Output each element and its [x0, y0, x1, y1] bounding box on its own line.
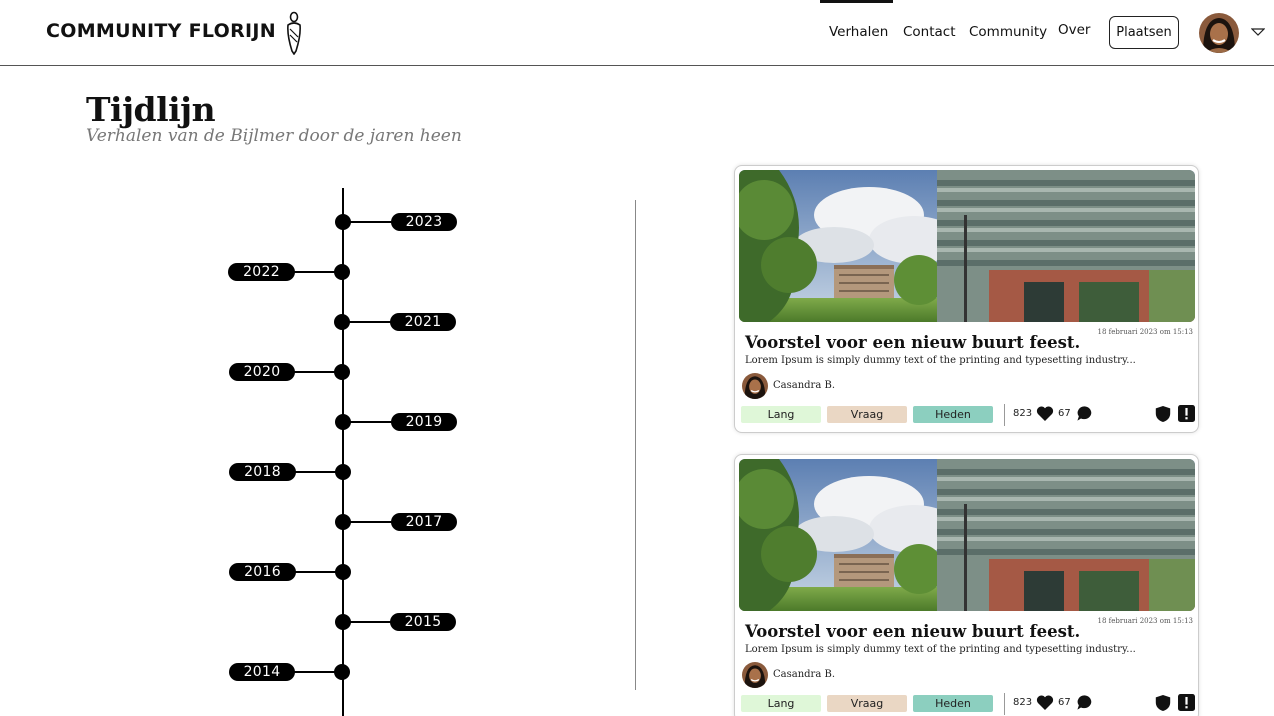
- comment-count: 67: [1058, 408, 1071, 419]
- page-subtitle: Verhalen van de Bijlmer door de jaren he…: [86, 126, 462, 146]
- timeline-year-2018[interactable]: 2018: [229, 463, 296, 481]
- nav-contact[interactable]: Contact: [903, 24, 956, 40]
- brand-name[interactable]: COMMUNITY FLORIJN: [46, 20, 276, 42]
- heart-icon[interactable]: [1036, 694, 1054, 711]
- story-date: 18 februari 2023 om 15:13: [1097, 617, 1193, 625]
- content-divider: [635, 200, 636, 690]
- plaatsen-button[interactable]: Plaatsen: [1109, 16, 1179, 49]
- nav-community[interactable]: Community: [969, 24, 1047, 40]
- author-name[interactable]: Casandra B.: [773, 669, 835, 680]
- tag-separator: [1004, 404, 1005, 426]
- timeline-year-2021[interactable]: 2021: [390, 313, 456, 331]
- timeline-year-2014[interactable]: 2014: [229, 663, 295, 681]
- story-date: 18 februari 2023 om 15:13: [1097, 328, 1193, 336]
- chevron-down-icon[interactable]: [1251, 27, 1265, 37]
- page-title: Tijdlijn: [86, 90, 216, 129]
- timeline-dot[interactable]: [335, 614, 351, 630]
- tag-lang[interactable]: Lang: [741, 406, 821, 423]
- tag-vraag[interactable]: Vraag: [827, 695, 907, 712]
- tag-separator: [1004, 693, 1005, 715]
- like-count: 823: [1013, 697, 1033, 708]
- timeline-dot[interactable]: [335, 564, 351, 580]
- tag-heden[interactable]: Heden: [913, 406, 993, 423]
- user-avatar[interactable]: [1199, 13, 1239, 53]
- tag-vraag[interactable]: Vraag: [827, 406, 907, 423]
- story-title[interactable]: Voorstel voor een nieuw buurt feest.: [745, 622, 1080, 641]
- timeline-dot[interactable]: [334, 664, 350, 680]
- author-name[interactable]: Casandra B.: [773, 380, 835, 391]
- comment-bubble-icon[interactable]: [1076, 694, 1093, 711]
- story-title[interactable]: Voorstel voor een nieuw buurt feest.: [745, 333, 1080, 352]
- nav-verhalen[interactable]: Verhalen: [829, 24, 888, 40]
- comment-bubble-icon[interactable]: [1076, 405, 1093, 422]
- timeline-dot[interactable]: [335, 414, 351, 430]
- timeline-year-2016[interactable]: 2016: [229, 563, 296, 581]
- timeline-year-2020[interactable]: 2020: [229, 363, 295, 381]
- timeline-year-2022[interactable]: 2022: [228, 263, 295, 281]
- author-avatar[interactable]: [742, 373, 768, 399]
- story-image[interactable]: [739, 170, 1195, 322]
- author-avatar[interactable]: [742, 662, 768, 688]
- story-excerpt: Lorem Ipsum is simply dummy text of the …: [745, 644, 1136, 655]
- story-card[interactable]: 18 februari 2023 om 15:13 Voorstel voor …: [734, 165, 1199, 433]
- timeline-dot[interactable]: [335, 514, 351, 530]
- timeline-year-2023[interactable]: 2023: [391, 213, 457, 231]
- nav-active-indicator: [820, 0, 893, 3]
- timeline-connector: [343, 321, 393, 323]
- report-exclamation-icon[interactable]: [1178, 694, 1195, 711]
- story-image[interactable]: [739, 459, 1195, 611]
- report-exclamation-icon[interactable]: [1178, 405, 1195, 422]
- top-navigation-bar: COMMUNITY FLORIJN Verhalen Contact Commu…: [0, 0, 1274, 66]
- tag-heden[interactable]: Heden: [913, 695, 993, 712]
- story-excerpt: Lorem Ipsum is simply dummy text of the …: [745, 355, 1136, 366]
- timeline-dot[interactable]: [334, 364, 350, 380]
- shield-icon[interactable]: [1155, 694, 1171, 712]
- florijn-logo-icon[interactable]: [284, 11, 304, 55]
- like-count: 823: [1013, 408, 1033, 419]
- timeline-dot[interactable]: [334, 314, 350, 330]
- timeline-dot[interactable]: [335, 464, 351, 480]
- timeline-year-2017[interactable]: 2017: [391, 513, 457, 531]
- comment-count: 67: [1058, 697, 1071, 708]
- timeline-year-2019[interactable]: 2019: [391, 413, 457, 431]
- heart-icon[interactable]: [1036, 405, 1054, 422]
- timeline-year-2015[interactable]: 2015: [390, 613, 456, 631]
- shield-icon[interactable]: [1155, 405, 1171, 423]
- timeline-dot[interactable]: [335, 214, 351, 230]
- story-card[interactable]: 18 februari 2023 om 15:13 Voorstel voor …: [734, 454, 1199, 716]
- nav-over[interactable]: Over: [1058, 22, 1090, 38]
- timeline-dot[interactable]: [334, 264, 350, 280]
- tag-lang[interactable]: Lang: [741, 695, 821, 712]
